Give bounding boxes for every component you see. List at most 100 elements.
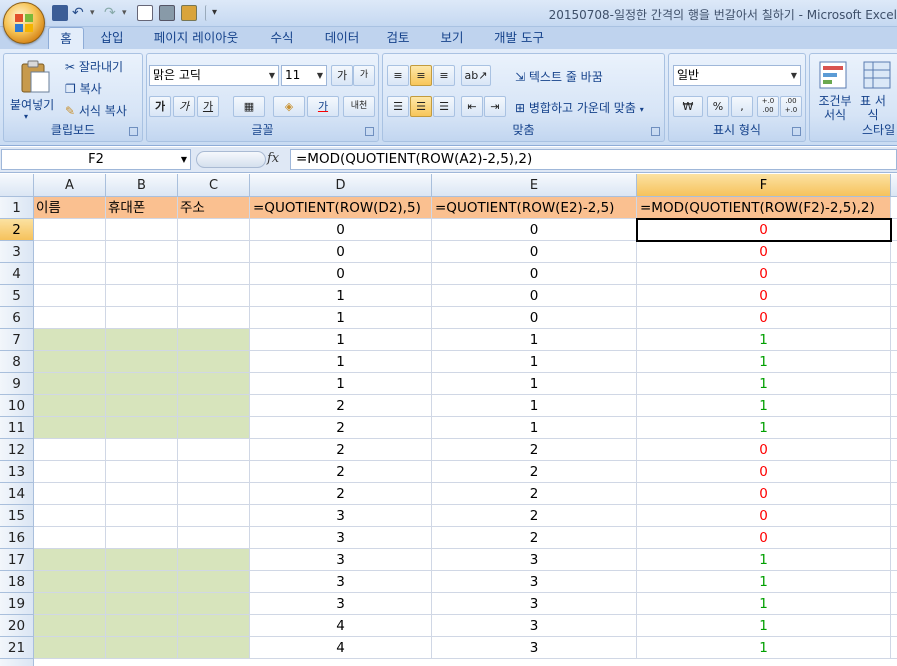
table-cell[interactable]: 2 <box>432 461 637 483</box>
table-cell[interactable] <box>178 241 250 263</box>
cut-button[interactable]: ✂ 잘라내기 <box>65 58 123 75</box>
row-header[interactable]: 19 <box>0 593 34 615</box>
table-cell[interactable] <box>106 615 178 637</box>
table-cell[interactable]: 1 <box>637 395 891 417</box>
table-cell[interactable] <box>891 285 897 307</box>
table-cell[interactable]: 2 <box>432 505 637 527</box>
table-cell[interactable] <box>178 571 250 593</box>
table-cell[interactable] <box>106 219 178 241</box>
tab-review[interactable]: 검토 <box>378 27 418 49</box>
clipboard-launcher-icon[interactable] <box>129 127 138 136</box>
table-cell[interactable] <box>178 373 250 395</box>
table-cell[interactable] <box>178 329 250 351</box>
header-cell-d[interactable]: =QUOTIENT(ROW(D2),5) <box>250 197 432 219</box>
table-cell[interactable]: 0 <box>432 263 637 285</box>
row-header[interactable]: 7 <box>0 329 34 351</box>
tab-insert[interactable]: 삽입 <box>92 27 132 49</box>
table-cell[interactable] <box>106 417 178 439</box>
worksheet-grid[interactable]: A B C D E F 1 이름 휴대폰 주소 =QUOTIENT(ROW(D2),5)… <box>0 174 897 666</box>
increase-indent-button[interactable]: ⇥ <box>484 96 506 117</box>
table-cell[interactable] <box>34 571 106 593</box>
column-header-b[interactable]: B <box>106 174 178 197</box>
column-header-g[interactable] <box>891 174 897 197</box>
table-cell[interactable] <box>891 527 897 549</box>
table-cell[interactable]: 0 <box>637 285 891 307</box>
table-cell[interactable]: 3 <box>432 571 637 593</box>
table-cell[interactable] <box>34 505 106 527</box>
table-cell[interactable] <box>178 285 250 307</box>
table-cell[interactable]: 2 <box>250 483 432 505</box>
table-cell[interactable] <box>891 351 897 373</box>
table-cell[interactable]: 0 <box>637 439 891 461</box>
table-cell[interactable] <box>106 241 178 263</box>
header-cell-f[interactable]: =MOD(QUOTIENT(ROW(F2)-2,5),2) <box>637 197 891 219</box>
table-cell[interactable] <box>34 439 106 461</box>
borders-button[interactable]: ▦ <box>233 96 265 117</box>
table-cell[interactable] <box>34 461 106 483</box>
table-cell[interactable]: 0 <box>637 219 891 241</box>
row-header[interactable]: 9 <box>0 373 34 395</box>
table-cell[interactable]: 0 <box>250 263 432 285</box>
row-header[interactable]: 20 <box>0 615 34 637</box>
print-icon[interactable] <box>159 5 175 21</box>
save-icon[interactable] <box>52 5 68 21</box>
table-cell[interactable]: 1 <box>250 373 432 395</box>
format-painter-button[interactable]: ✎ 서식 복사 <box>65 102 127 119</box>
row-header[interactable]: 1 <box>0 197 34 219</box>
table-cell[interactable] <box>891 439 897 461</box>
merge-center-button[interactable]: ⊞ 병합하고 가운데 맞춤 ▾ <box>515 99 644 116</box>
tab-home[interactable]: 홈 <box>48 27 84 49</box>
table-cell[interactable] <box>34 241 106 263</box>
table-cell[interactable] <box>34 593 106 615</box>
table-cell[interactable] <box>106 395 178 417</box>
table-cell[interactable]: 0 <box>637 307 891 329</box>
table-cell[interactable]: 0 <box>637 461 891 483</box>
italic-button[interactable]: 가 <box>173 96 195 117</box>
row-header[interactable] <box>0 659 34 666</box>
row-header[interactable]: 2 <box>0 219 34 241</box>
name-box[interactable]: F2 ▼ <box>1 149 191 170</box>
table-cell[interactable]: 0 <box>637 241 891 263</box>
table-cell[interactable]: 1 <box>432 417 637 439</box>
row-header[interactable]: 21 <box>0 637 34 659</box>
tab-data[interactable]: 데이터 <box>318 27 366 49</box>
table-cell[interactable] <box>106 483 178 505</box>
table-cell[interactable]: 1 <box>432 329 637 351</box>
office-button[interactable] <box>3 2 45 44</box>
table-cell[interactable]: 0 <box>250 219 432 241</box>
font-color-button[interactable]: 가 <box>307 96 339 117</box>
table-cell[interactable] <box>891 615 897 637</box>
table-cell[interactable] <box>178 461 250 483</box>
table-cell[interactable] <box>178 307 250 329</box>
table-cell[interactable] <box>34 549 106 571</box>
table-cell[interactable]: 3 <box>432 549 637 571</box>
table-cell[interactable] <box>178 395 250 417</box>
copy-button[interactable]: ❐ 복사 <box>65 80 102 97</box>
table-cell[interactable] <box>106 439 178 461</box>
table-cell[interactable] <box>34 417 106 439</box>
formula-bar-resize-handle[interactable] <box>196 151 266 168</box>
row-header[interactable]: 16 <box>0 527 34 549</box>
column-header-a[interactable]: A <box>34 174 106 197</box>
table-cell[interactable]: 1 <box>637 593 891 615</box>
table-cell[interactable] <box>34 637 106 659</box>
table-cell[interactable] <box>891 505 897 527</box>
table-cell[interactable] <box>106 329 178 351</box>
undo-icon[interactable]: ↶ <box>72 5 88 21</box>
table-cell[interactable] <box>34 527 106 549</box>
font-name-select[interactable]: 맑은 고딕 ▼ <box>149 65 279 86</box>
align-center-button[interactable]: ☰ <box>410 96 432 117</box>
table-cell[interactable] <box>891 571 897 593</box>
row-header[interactable]: 6 <box>0 307 34 329</box>
table-cell[interactable]: 2 <box>250 417 432 439</box>
tab-page-layout[interactable]: 페이지 레이아웃 <box>146 27 246 49</box>
table-cell[interactable] <box>178 593 250 615</box>
column-header-f[interactable]: F <box>637 174 891 197</box>
table-cell[interactable] <box>34 329 106 351</box>
alignment-launcher-icon[interactable] <box>651 127 660 136</box>
table-cell[interactable] <box>178 527 250 549</box>
table-cell[interactable] <box>34 373 106 395</box>
insert-function-icon[interactable]: fx <box>267 151 279 166</box>
row-header[interactable]: 13 <box>0 461 34 483</box>
table-cell[interactable] <box>178 351 250 373</box>
